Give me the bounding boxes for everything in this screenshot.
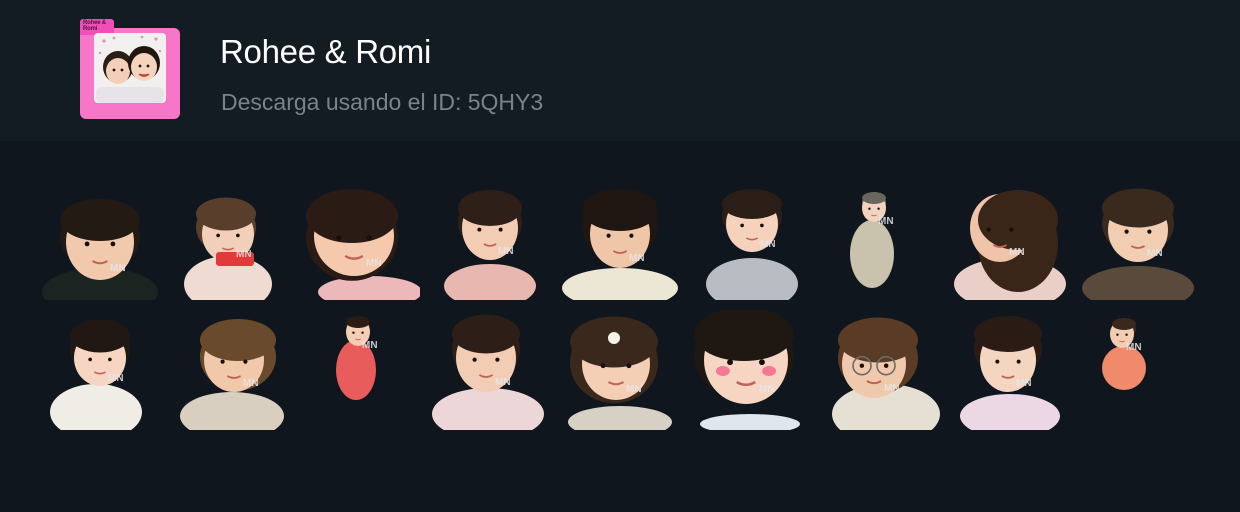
sticker-watermark: MN [110, 263, 126, 274]
sticker-image [850, 192, 894, 288]
sticker-girl-hands-together[interactable]: MN [40, 310, 160, 430]
sticker-image [306, 189, 420, 300]
sticker-image [180, 319, 284, 430]
sticker-watermark: MN [1147, 248, 1163, 259]
sticker-watermark: MN [498, 246, 514, 257]
sticker-grid: MN MN MN MN MN MN MN MN MN MN MN MN MN MN MN MN MN MN [40, 180, 1200, 430]
sticker-watermark: MN [243, 378, 259, 389]
sticker-image [954, 190, 1066, 300]
sticker-image [562, 189, 678, 300]
sticker-girl-blushing[interactable]: MN [690, 310, 810, 430]
sticker-watermark: MN [759, 384, 775, 395]
sticker-girl-drinking-cup[interactable]: MN [1080, 180, 1200, 300]
sticker-watermark: MN [1126, 342, 1142, 353]
sticker-watermark: MN [1009, 247, 1025, 258]
pack-icon[interactable]: Rohee & Romi [80, 19, 180, 119]
download-id-text: Descarga usando el ID: 5QHY3 [221, 89, 544, 115]
sticker-watermark: MN [366, 258, 382, 269]
sticker-image [1082, 188, 1194, 300]
sticker-image [50, 319, 142, 430]
sticker-image [336, 316, 376, 400]
sticker-image [444, 190, 536, 300]
sticker-girl-cream-sweater[interactable]: MN [560, 180, 680, 300]
sticker-boy-black-shirt[interactable]: MN [40, 180, 160, 300]
sticker-girl-glasses-blanket[interactable]: MN [820, 310, 940, 430]
sticker-girl-smiling-pink[interactable]: MN [430, 180, 550, 300]
sticker-image [694, 310, 800, 430]
sticker-watermark: MN [629, 253, 645, 264]
sticker-girl-hand-on-cheek[interactable]: MN [170, 310, 290, 430]
sticker-girl-hands-on-face[interactable]: MN [430, 310, 550, 430]
sticker-girl-reading-red-book[interactable]: MN [170, 180, 290, 300]
sticker-watermark: MN [1016, 378, 1032, 389]
sticker-image [432, 314, 544, 430]
pack-header: Rohee & Romi Rohee & Romi Descarga usand… [0, 0, 1240, 141]
sticker-watermark: MN [626, 384, 642, 395]
sticker-girls-hugging[interactable]: MN [950, 180, 1070, 300]
sticker-girl-lying-cheek[interactable]: MN [950, 310, 1070, 430]
pack-title: Rohee & Romi [220, 33, 431, 70]
folder-tab-label: Rohee & Romi [83, 20, 106, 32]
sticker-image [1102, 318, 1146, 390]
sticker-image [832, 317, 940, 430]
sticker-image [960, 316, 1060, 430]
sticker-watermark: MN [362, 340, 378, 351]
pack-cover-photo [94, 33, 166, 103]
sticker-image [706, 189, 798, 300]
sticker-girl-arms-up[interactable]: MN [820, 180, 940, 300]
sticker-image [568, 316, 672, 430]
sticker-watermark: MN [236, 249, 252, 260]
sticker-watermark: MN [760, 239, 776, 250]
sticker-boy-grey-shirt[interactable]: MN [690, 180, 810, 300]
sticker-girl-red-top-standing[interactable]: MN [300, 310, 420, 430]
sticker-watermark: MN [108, 373, 124, 384]
sticker-image [184, 197, 272, 300]
sticker-image [42, 199, 158, 300]
sticker-girl-jumping-orange[interactable]: MN [1080, 310, 1200, 430]
sticker-watermark: MN [495, 377, 511, 388]
sticker-watermark: MN [884, 383, 900, 394]
sticker-girl-flower-clip[interactable]: MN [560, 310, 680, 430]
sticker-watermark: MN [878, 216, 894, 227]
sticker-girl-pink-shirt-closeup[interactable]: MN [300, 180, 420, 300]
